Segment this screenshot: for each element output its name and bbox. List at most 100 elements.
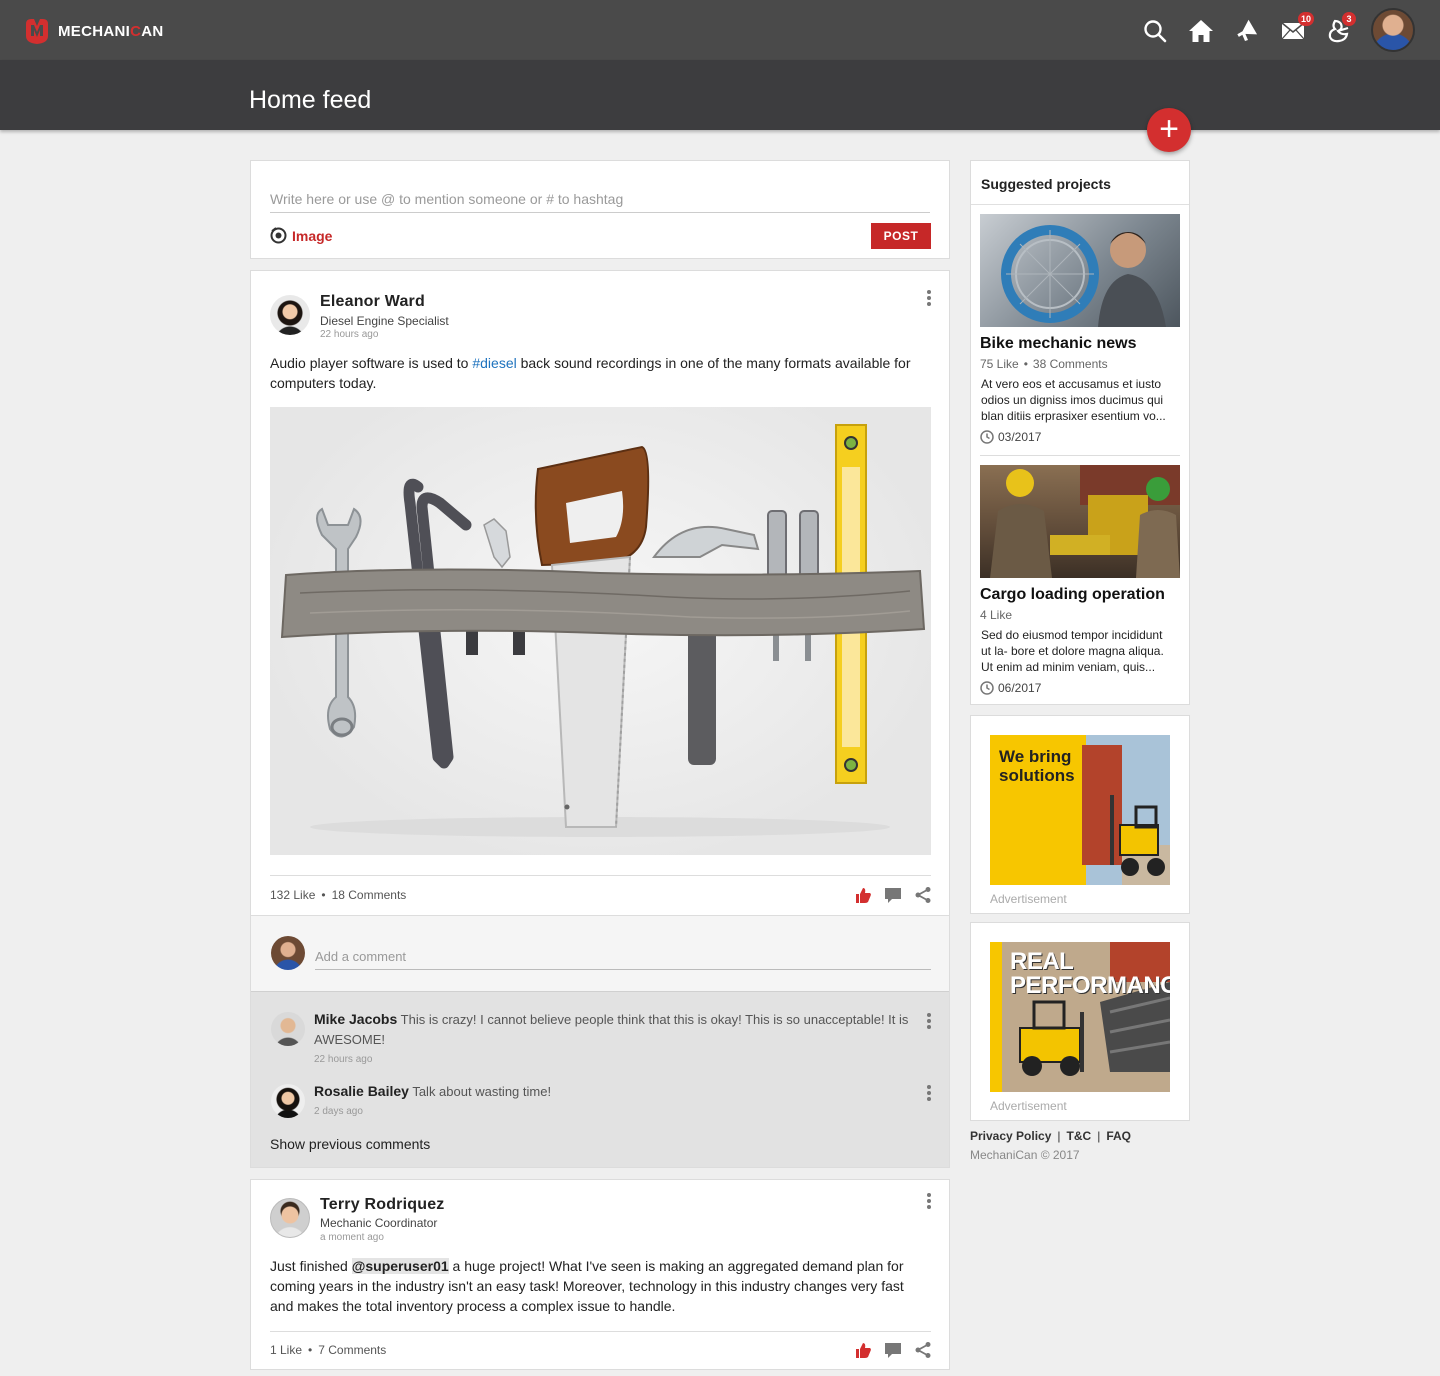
tools-on-plank-illustration bbox=[280, 424, 926, 837]
post-text: Audio player software is used to #diesel… bbox=[270, 355, 911, 391]
bike-mechanic-photo bbox=[1001, 225, 1166, 327]
mail-badge: 10 bbox=[1297, 12, 1314, 26]
project-image[interactable] bbox=[980, 214, 1180, 327]
post-card: Terry Rodriquez Mechanic Coordinator a m… bbox=[250, 1179, 950, 1370]
ad-headline: REALPERFORMANCE bbox=[1010, 948, 1170, 999]
like-icon[interactable] bbox=[854, 1341, 872, 1359]
divider bbox=[270, 875, 931, 876]
comment-author[interactable]: Rosalie Bailey bbox=[314, 1083, 409, 1099]
post-button[interactable]: POST bbox=[871, 223, 931, 249]
top-bar: MECHANICAN 10 3 bbox=[0, 0, 1440, 60]
comment-icon[interactable] bbox=[884, 886, 902, 904]
composer-input[interactable] bbox=[270, 185, 930, 213]
cargo-loading-photo bbox=[990, 465, 1180, 578]
author-role: Diesel Engine Specialist bbox=[320, 314, 449, 328]
like-icon[interactable] bbox=[854, 886, 872, 904]
advertisement-label: Advertisement bbox=[990, 1099, 1067, 1113]
notifications-badge: 3 bbox=[1342, 12, 1356, 26]
project-stats: 4 Like bbox=[980, 608, 1013, 622]
divider bbox=[971, 204, 1189, 205]
post-stats: 1 Like • 7 Comments bbox=[270, 1343, 387, 1357]
project-image[interactable] bbox=[980, 465, 1180, 578]
post-composer: Image POST bbox=[250, 160, 950, 259]
logo[interactable]: MECHANICAN bbox=[22, 16, 164, 46]
post-card: Eleanor Ward Diesel Engine Specialist 22… bbox=[250, 270, 950, 1168]
suggested-projects-title: Suggested projects bbox=[981, 176, 1111, 192]
project-title[interactable]: Bike mechanic news bbox=[980, 335, 1137, 353]
project-stats: 75 Like • 38 Comments bbox=[980, 357, 1108, 371]
create-button[interactable]: + bbox=[1147, 108, 1191, 152]
home-icon[interactable] bbox=[1188, 18, 1214, 44]
advertisement-card: We bring solutions Advertisement bbox=[970, 715, 1190, 914]
faq-link[interactable]: FAQ bbox=[1106, 1129, 1131, 1143]
comment-more-icon[interactable] bbox=[924, 1084, 934, 1102]
share-icon[interactable] bbox=[914, 886, 932, 904]
comment-count[interactable]: 7 Comments bbox=[318, 1343, 386, 1357]
project-description: Sed do eiusmod tempor incididunt ut la- … bbox=[981, 628, 1164, 674]
comment-author-avatar[interactable] bbox=[271, 1084, 305, 1118]
more-options-icon[interactable] bbox=[924, 1192, 934, 1210]
current-user-avatar bbox=[271, 936, 305, 970]
comment-time: 22 hours ago bbox=[314, 1054, 373, 1065]
divider bbox=[980, 455, 1180, 456]
footer-links: Privacy Policy | T&C | FAQ bbox=[970, 1129, 1131, 1143]
comment-author[interactable]: Mike Jacobs bbox=[314, 1011, 397, 1027]
ad-headline: We bring solutions bbox=[999, 747, 1075, 785]
plus-icon: + bbox=[1159, 110, 1179, 148]
project-date: 03/2017 bbox=[980, 430, 1041, 444]
user-avatar[interactable] bbox=[1371, 8, 1415, 52]
mention-link[interactable]: @superuser01 bbox=[351, 1258, 449, 1274]
more-options-icon[interactable] bbox=[924, 289, 934, 307]
author-role: Mechanic Coordinator bbox=[320, 1216, 438, 1230]
comment-author-avatar[interactable] bbox=[271, 1012, 305, 1046]
post-time: a moment ago bbox=[320, 1232, 384, 1243]
like-count[interactable]: 132 Like bbox=[270, 888, 315, 902]
show-previous-comments[interactable]: Show previous comments bbox=[270, 1136, 430, 1152]
post-stats: 132 Like • 18 Comments bbox=[270, 888, 407, 902]
project-title[interactable]: Cargo loading operation bbox=[980, 586, 1165, 604]
camera-icon bbox=[270, 227, 287, 244]
comments-section: Mike Jacobs This is crazy! I cannot beli… bbox=[251, 991, 949, 1167]
brand-name: MECHANICAN bbox=[58, 22, 164, 40]
post-text: Just finished @superuser01 a huge projec… bbox=[270, 1258, 904, 1314]
advertisement-image[interactable]: REALPERFORMANCE bbox=[990, 942, 1170, 1092]
notifications-button[interactable]: 3 bbox=[1326, 12, 1356, 44]
comment-item: Mike Jacobs This is crazy! I cannot beli… bbox=[314, 1011, 909, 1047]
author-avatar[interactable] bbox=[270, 1198, 310, 1238]
author-name[interactable]: Terry Rodriquez bbox=[320, 1196, 445, 1214]
terms-link[interactable]: T&C bbox=[1067, 1129, 1092, 1143]
add-image-button[interactable]: Image bbox=[270, 227, 332, 244]
clock-icon bbox=[980, 681, 994, 695]
page-header: Home feed bbox=[0, 60, 1440, 130]
hashtag-link[interactable]: #diesel bbox=[472, 355, 516, 371]
post-image[interactable] bbox=[270, 407, 931, 855]
advertisement-card: REALPERFORMANCE Advertisement bbox=[970, 922, 1190, 1121]
copyright: MechaniCan © 2017 bbox=[970, 1148, 1080, 1162]
like-count[interactable]: 1 Like bbox=[270, 1343, 302, 1357]
privacy-policy-link[interactable]: Privacy Policy bbox=[970, 1129, 1051, 1143]
comment-input[interactable] bbox=[315, 944, 931, 970]
divider bbox=[270, 1331, 931, 1332]
megaphone-icon[interactable] bbox=[1234, 18, 1260, 44]
comment-count[interactable]: 18 Comments bbox=[332, 888, 407, 902]
project-date: 06/2017 bbox=[980, 681, 1041, 695]
comment-icon[interactable] bbox=[884, 1341, 902, 1359]
advertisement-image[interactable]: We bring solutions bbox=[990, 735, 1170, 885]
comment-time: 2 days ago bbox=[314, 1106, 363, 1117]
project-description: At vero eos et accusamus et iusto odios … bbox=[981, 377, 1166, 423]
page-title: Home feed bbox=[249, 86, 372, 114]
add-image-label: Image bbox=[292, 227, 333, 244]
comment-composer bbox=[251, 915, 949, 991]
advertisement-label: Advertisement bbox=[990, 892, 1067, 906]
comment-more-icon[interactable] bbox=[924, 1012, 934, 1030]
clock-icon bbox=[980, 430, 994, 444]
post-time: 22 hours ago bbox=[320, 329, 379, 340]
suggested-projects: Suggested projects Bike mechanic news 75… bbox=[970, 160, 1190, 705]
comment-item: Rosalie Bailey Talk about wasting time! bbox=[314, 1083, 552, 1099]
mechanican-logo-icon bbox=[26, 19, 48, 44]
search-icon[interactable] bbox=[1142, 18, 1168, 44]
share-icon[interactable] bbox=[914, 1341, 932, 1359]
mail-button[interactable]: 10 bbox=[1280, 12, 1314, 44]
author-avatar[interactable] bbox=[270, 295, 310, 335]
author-name[interactable]: Eleanor Ward bbox=[320, 293, 425, 311]
